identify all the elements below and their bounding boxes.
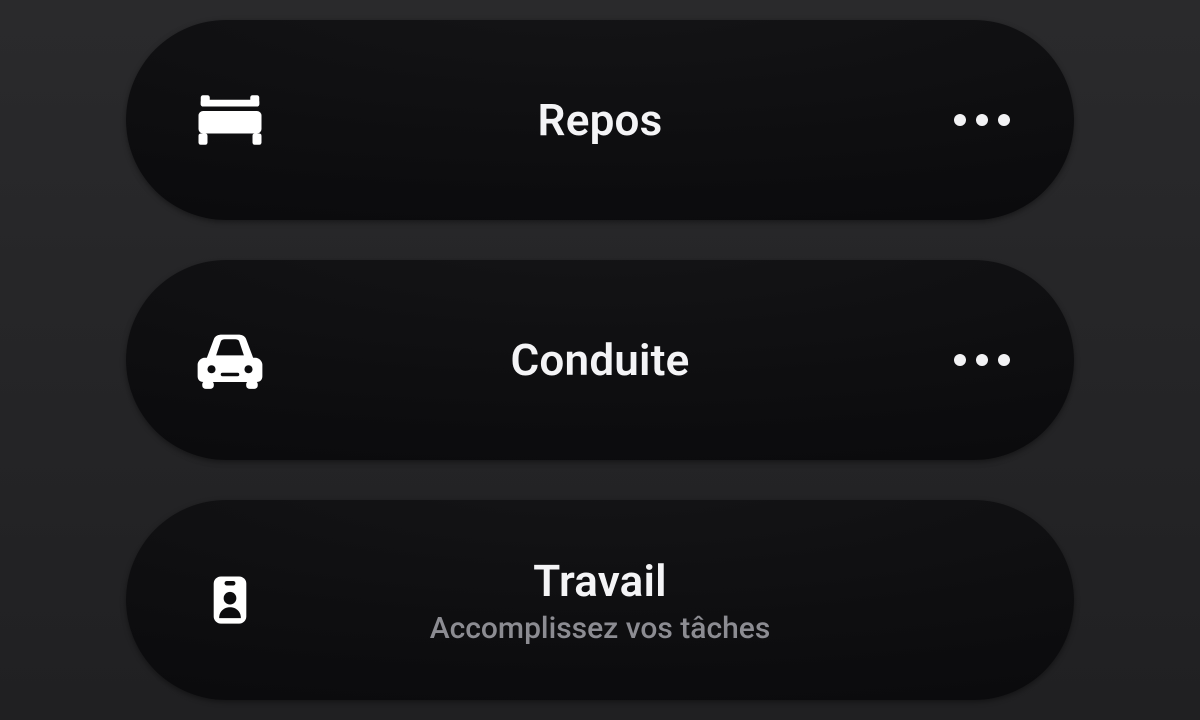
focus-mode-work[interactable]: Travail Accomplissez vos tâches [126,500,1074,700]
more-dot [954,354,966,366]
focus-mode-driving[interactable]: Conduite [126,260,1074,460]
focus-mode-work-labels: Travail Accomplissez vos tâches [430,555,771,646]
more-dot [998,114,1010,126]
focus-mode-driving-title: Conduite [510,334,689,386]
id-badge-icon [190,560,270,640]
more-dot [998,354,1010,366]
focus-mode-list: Repos Condu [0,0,1200,720]
focus-mode-work-subtitle: Accomplissez vos tâches [430,611,771,646]
more-dot [976,114,988,126]
more-button[interactable] [954,354,1010,366]
car-icon [190,320,270,400]
focus-mode-sleep-title: Repos [538,94,663,146]
focus-mode-sleep-labels: Repos [538,94,663,146]
focus-mode-driving-labels: Conduite [510,334,689,386]
focus-mode-sleep[interactable]: Repos [126,20,1074,220]
focus-mode-work-title: Travail [533,555,667,607]
more-button[interactable] [954,114,1010,126]
more-dot [954,114,966,126]
more-dot [976,354,988,366]
bed-icon [190,80,270,160]
